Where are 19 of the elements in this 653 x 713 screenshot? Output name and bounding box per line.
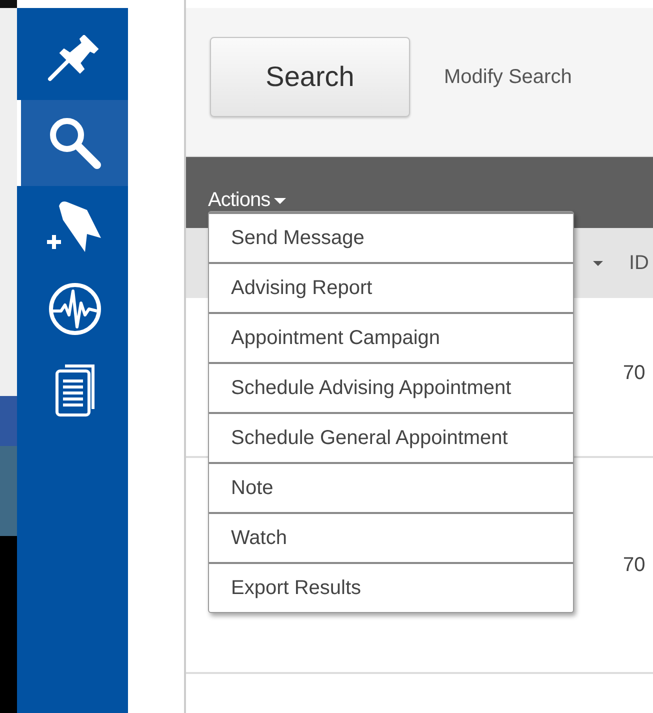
- column-header: ID: [629, 252, 647, 274]
- menu-item[interactable]: Schedule Advising Appointment: [209, 362, 573, 412]
- menu-item[interactable]: Send Message: [209, 212, 573, 262]
- table-cell-text: 70: [623, 554, 646, 576]
- menu-item[interactable]: Watch: [209, 512, 573, 562]
- sidebar-item[interactable]: [17, 100, 128, 186]
- menu-item[interactable]: Appointment Campaign: [209, 312, 573, 362]
- table-cell-text: 70: [623, 362, 646, 384]
- sort-caret-icon[interactable]: [593, 260, 603, 266]
- search-button[interactable]: Search: [210, 37, 410, 117]
- modify-search-link[interactable]: Modify Search: [444, 66, 572, 88]
- pulse-monitor-icon: [46, 281, 102, 337]
- menu-item[interactable]: Note: [209, 462, 573, 512]
- menu-item[interactable]: Export Results: [209, 562, 573, 612]
- menu-item[interactable]: Advising Report: [209, 262, 573, 312]
- bookmark-plus-icon: [46, 200, 102, 254]
- documents-icon: [52, 363, 96, 419]
- actions-dropdown[interactable]: Actions: [208, 189, 286, 212]
- menu-item[interactable]: Schedule General Appointment: [209, 412, 573, 462]
